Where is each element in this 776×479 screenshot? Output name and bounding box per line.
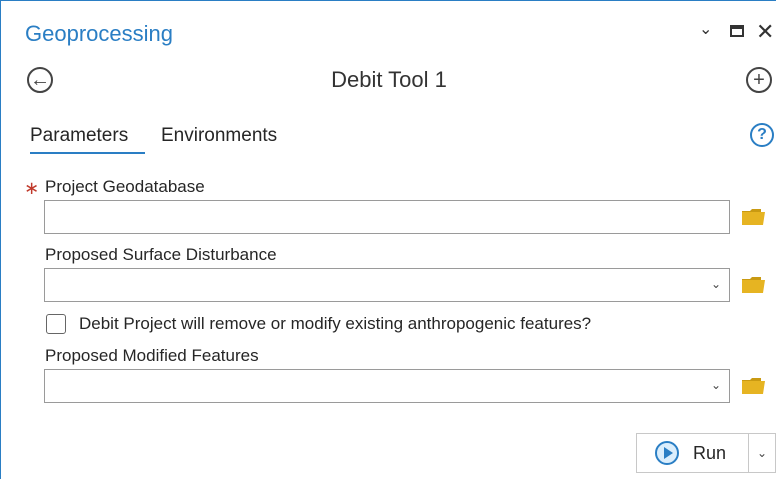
tab-environments[interactable]: Environments [161, 125, 277, 147]
proposed-surface-disturbance-dropdown[interactable]: ⌄ [44, 268, 730, 302]
folder-icon[interactable] [741, 276, 767, 294]
proposed-modified-features-label: Proposed Modified Features [45, 346, 259, 365]
proposed-surface-disturbance-input[interactable] [45, 269, 729, 301]
project-geodatabase-field[interactable] [44, 200, 730, 234]
help-icon[interactable]: ? [750, 123, 774, 147]
add-icon[interactable]: + [746, 67, 772, 93]
chevron-down-icon[interactable]: ⌄ [699, 19, 712, 39]
chevron-down-icon[interactable]: ⌄ [711, 378, 721, 392]
project-geodatabase-label: Project Geodatabase [45, 177, 205, 196]
folder-icon[interactable] [741, 208, 767, 226]
pane-title: Geoprocessing [25, 21, 173, 46]
project-geodatabase-input[interactable] [45, 201, 729, 233]
proposed-modified-features-dropdown[interactable]: ⌄ [44, 369, 730, 403]
folder-icon[interactable] [741, 377, 767, 395]
play-icon [655, 441, 679, 465]
run-options-chevron-down-icon[interactable]: ⌄ [749, 446, 775, 460]
proposed-modified-features-input[interactable] [45, 370, 729, 402]
run-button-label: Run [693, 442, 727, 463]
modify-features-checkbox[interactable] [46, 314, 66, 334]
tool-title: Debit Tool 1 [331, 67, 447, 92]
modify-features-checkbox-label: Debit Project will remove or modify exis… [79, 314, 592, 333]
tab-parameters[interactable]: Parameters [30, 125, 128, 147]
maximize-icon[interactable] [730, 25, 744, 37]
run-split-button: Run ⌄ [636, 433, 776, 473]
required-indicator-icon: ∗ [24, 178, 40, 198]
active-tab-indicator [30, 152, 145, 154]
proposed-surface-disturbance-label: Proposed Surface Disturbance [45, 245, 277, 264]
geoprocessing-pane: Geoprocessing ⌄ ✕ ← Debit Tool 1 + Param… [0, 0, 776, 479]
run-button[interactable]: Run [637, 434, 749, 472]
chevron-down-icon[interactable]: ⌄ [711, 277, 721, 291]
close-icon[interactable]: ✕ [756, 19, 774, 45]
